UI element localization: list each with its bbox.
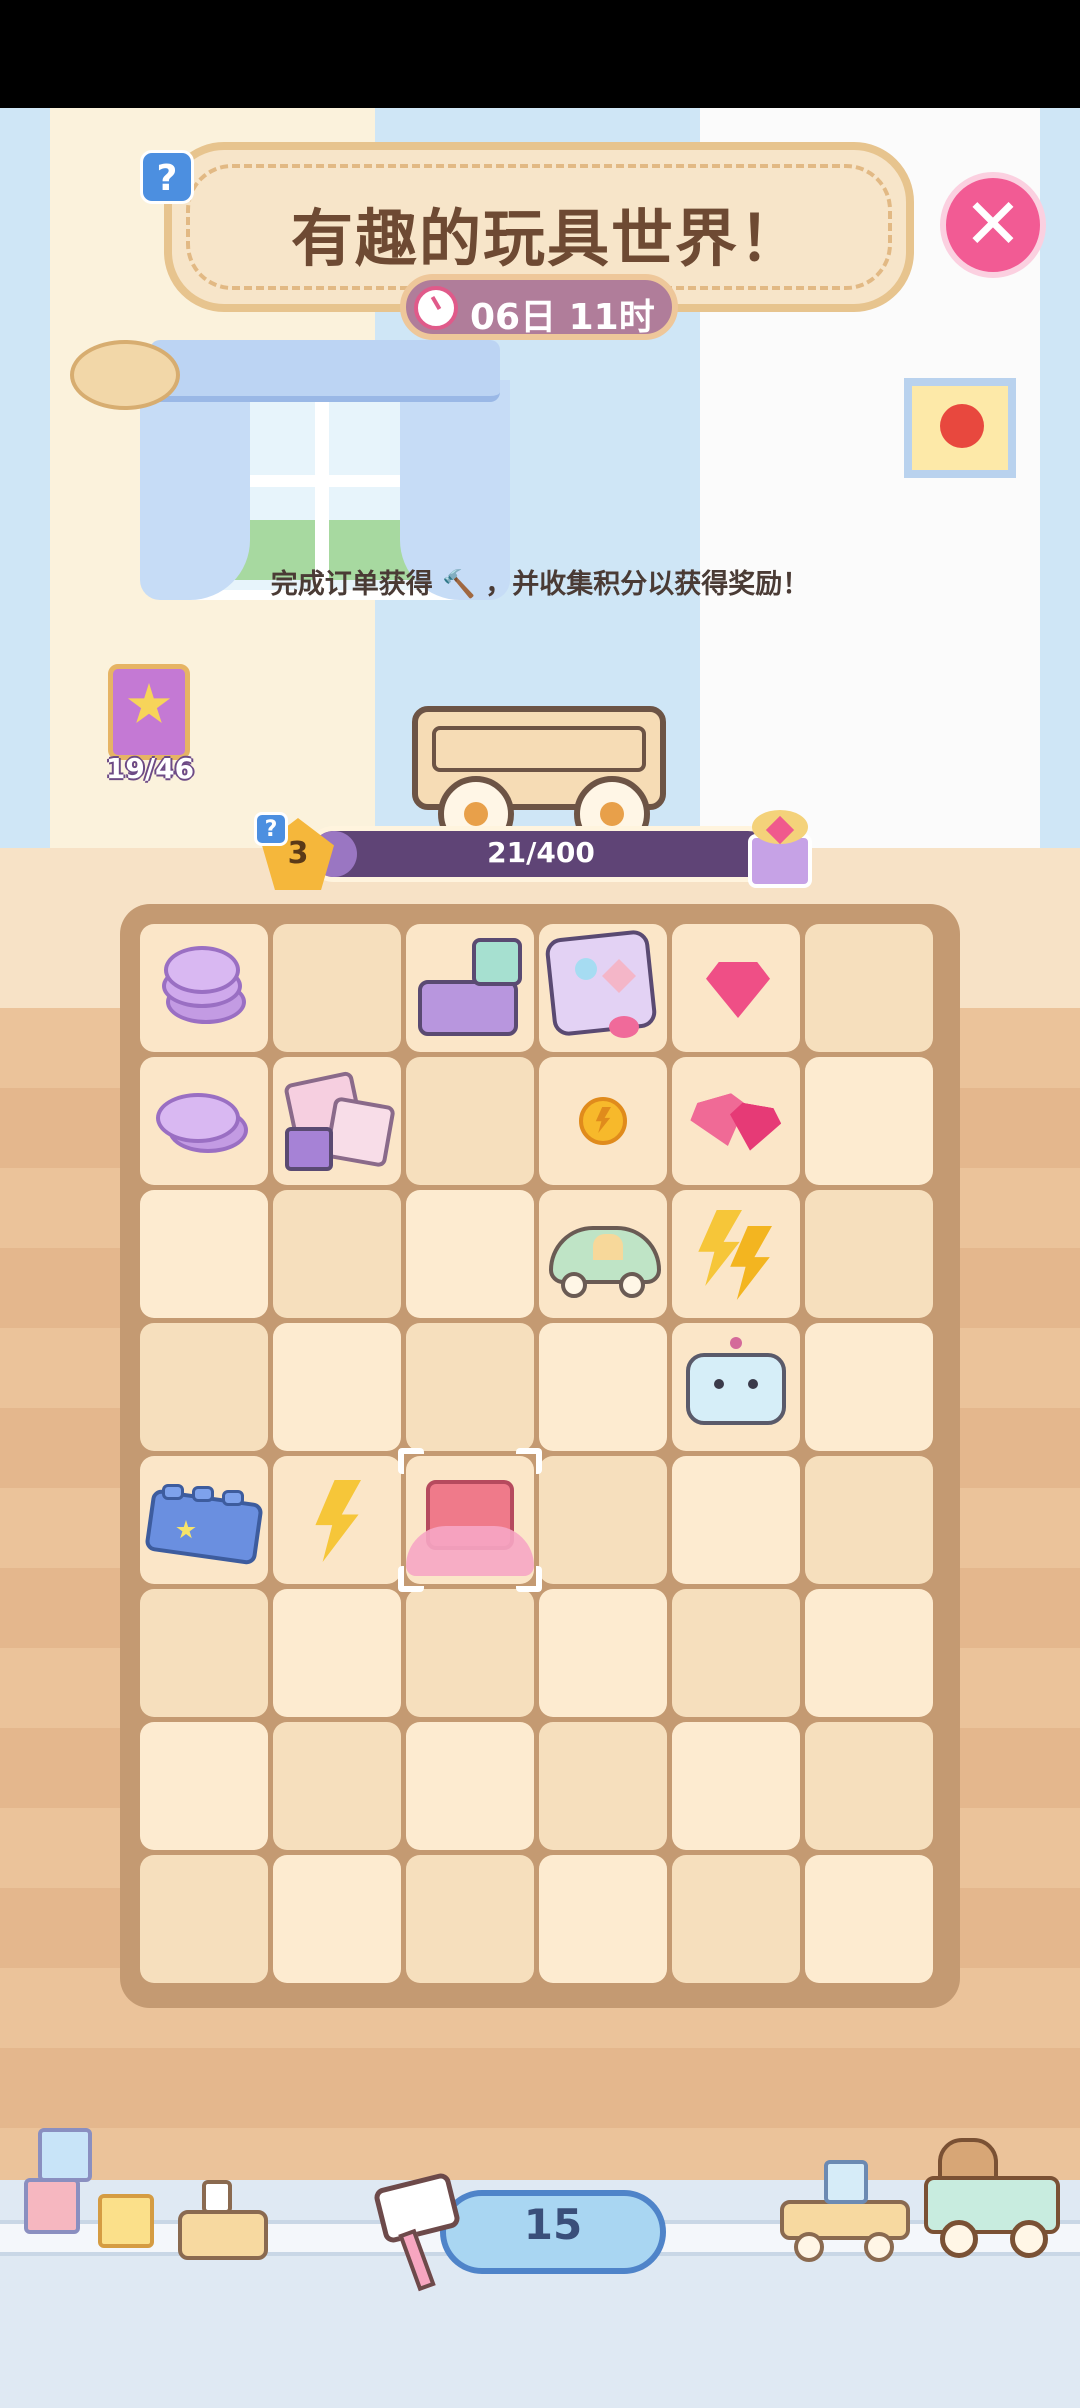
board-cell[interactable] — [672, 1456, 800, 1584]
toy-robot-item[interactable] — [672, 1323, 800, 1451]
board-cell[interactable] — [672, 1190, 800, 1318]
progress-text: 21/400 — [487, 836, 595, 869]
hammer-icon — [372, 2171, 462, 2292]
board-cell[interactable] — [672, 1855, 800, 1983]
board-cell[interactable] — [539, 1722, 667, 1850]
board-cell[interactable] — [406, 1190, 534, 1318]
board-cell[interactable] — [539, 1323, 667, 1451]
star-icon — [127, 683, 171, 724]
board-cell[interactable] — [805, 1190, 933, 1318]
board-cell[interactable] — [539, 1057, 667, 1185]
cart-panel — [432, 726, 646, 772]
board-cell[interactable] — [140, 1855, 268, 1983]
timer-text: 06日 11时 — [470, 297, 655, 338]
board-cell[interactable] — [539, 1589, 667, 1717]
status-bar — [0, 0, 1080, 108]
pink-gems-item[interactable] — [672, 1057, 800, 1185]
board-cell[interactable] — [672, 1323, 800, 1451]
board-cell[interactable] — [805, 1855, 933, 1983]
ribbon-bow-decoration — [70, 340, 180, 410]
lightning-bolt-item[interactable] — [273, 1456, 401, 1584]
board-cell[interactable] — [406, 1722, 534, 1850]
toy-car-item[interactable] — [539, 1190, 667, 1318]
pink-brick-selected-item[interactable] — [406, 1456, 534, 1584]
teddy-bear-wagon-decoration — [924, 2138, 1064, 2258]
board-cell[interactable] — [539, 1855, 667, 1983]
board-cell[interactable] — [140, 1190, 268, 1318]
reward-gift-button[interactable] — [742, 808, 820, 890]
alphabet-blocks-decoration — [24, 2128, 164, 2248]
board-cell[interactable] — [539, 1456, 667, 1584]
apple-picture-frame — [904, 378, 1016, 478]
board-cell[interactable] — [140, 1323, 268, 1451]
pink-gem-item[interactable] — [672, 924, 800, 1052]
toy-building-blocks-item[interactable] — [406, 924, 534, 1052]
gold-coin-item[interactable] — [539, 1057, 667, 1185]
selection-corner — [398, 1566, 424, 1592]
lightning-bolts-item[interactable] — [672, 1190, 800, 1318]
toy-cart — [412, 706, 666, 852]
board-cell[interactable] — [273, 1722, 401, 1850]
board-cell[interactable] — [140, 924, 268, 1052]
blue-lego-brick-item[interactable] — [140, 1456, 268, 1584]
event-description: 完成订单获得 🔨 ，并收集积分以获得奖励！ — [270, 569, 810, 600]
board-cell[interactable] — [273, 1456, 401, 1584]
board-cell[interactable] — [406, 1589, 534, 1717]
board-cell[interactable] — [672, 1589, 800, 1717]
board-cell[interactable] — [273, 1855, 401, 1983]
board-cell[interactable] — [273, 1589, 401, 1717]
board-cell[interactable] — [406, 1855, 534, 1983]
board-cell[interactable] — [406, 1323, 534, 1451]
selection-corner — [516, 1566, 542, 1592]
board-cell[interactable] — [406, 924, 534, 1052]
board-cell[interactable] — [672, 924, 800, 1052]
board-cell[interactable] — [805, 1456, 933, 1584]
board-cell[interactable] — [539, 1190, 667, 1318]
board-cell[interactable] — [273, 1323, 401, 1451]
clock-icon — [414, 286, 458, 330]
selection-corner — [398, 1448, 424, 1474]
selection-corner — [516, 1448, 542, 1474]
board-cell[interactable] — [805, 1323, 933, 1451]
board-cell[interactable] — [273, 1057, 401, 1185]
board-cell[interactable] — [273, 1190, 401, 1318]
board-cell[interactable] — [672, 1057, 800, 1185]
board-cell[interactable] — [672, 1722, 800, 1850]
board-cell[interactable] — [805, 1589, 933, 1717]
board-cell[interactable] — [406, 1456, 534, 1584]
album-count: 19/46 — [105, 752, 195, 785]
purple-coins-item[interactable] — [140, 1057, 268, 1185]
board-cell[interactable] — [140, 1456, 268, 1584]
board-cell[interactable] — [805, 1057, 933, 1185]
sticker-album-button[interactable] — [108, 664, 190, 760]
apple-icon — [940, 404, 984, 448]
shape-sorter-cube-item[interactable] — [539, 924, 667, 1052]
board-cell[interactable] — [406, 1057, 534, 1185]
board-cell[interactable] — [140, 1589, 268, 1717]
curtain-valance — [150, 340, 500, 402]
board-cell[interactable] — [273, 924, 401, 1052]
board-cell[interactable] — [539, 924, 667, 1052]
board-cell[interactable] — [805, 924, 933, 1052]
close-button[interactable]: ✕ — [940, 172, 1046, 278]
level-help-button[interactable]: ? — [254, 812, 288, 846]
hammer-count: 15 — [523, 2200, 583, 2249]
board-cell[interactable] — [140, 1057, 268, 1185]
page-title: 有趣的玩具世界！ — [290, 202, 803, 275]
event-timer: 06日 11时 — [400, 274, 678, 340]
board-cell[interactable] — [805, 1722, 933, 1850]
toy-train-decoration — [178, 2180, 278, 2280]
toy-truck-decoration — [780, 2160, 910, 2262]
board-cell[interactable] — [140, 1722, 268, 1850]
pink-cubes-item[interactable] — [273, 1057, 401, 1185]
purple-coin-stack-item[interactable] — [140, 924, 268, 1052]
